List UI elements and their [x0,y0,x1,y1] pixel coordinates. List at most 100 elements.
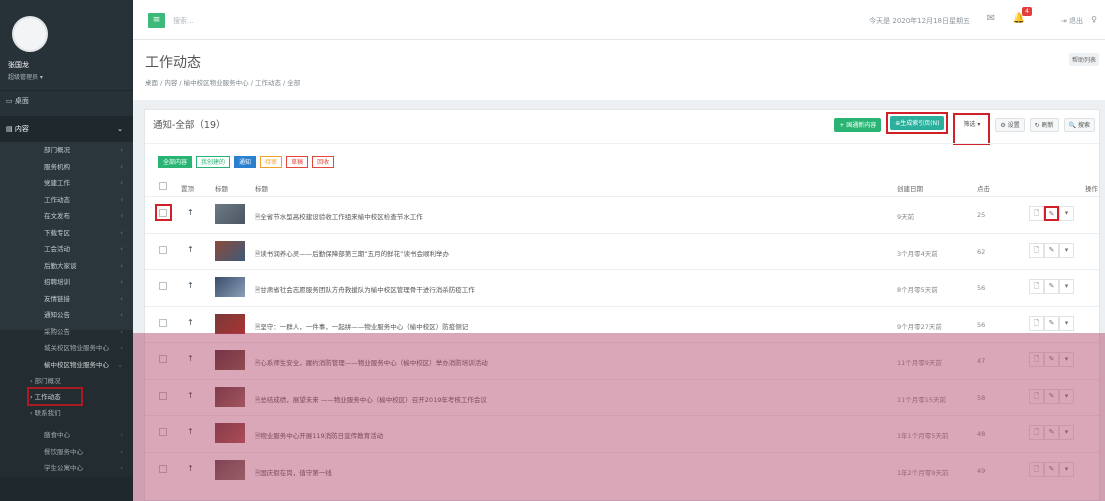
more-icon[interactable]: ▾ [1059,242,1074,258]
breadcrumb[interactable]: 桌面 / 内容 / 榆中校区物业服务中心 / 工作动态 / 全部 [145,77,300,87]
pin-up-icon[interactable]: ↑ [187,208,194,217]
thumbnail-image[interactable] [215,204,245,224]
row-title-link[interactable]: 🗎全省节水型高校建设验收工作组来榆中校区检查节水工作 [255,211,423,224]
more-icon[interactable]: ▾ [1059,388,1074,404]
pin-up-icon[interactable]: ↑ [187,354,194,363]
tab-all-content[interactable]: 全部内容 [158,156,193,168]
table-row[interactable]: ↑ 🗎物业服务中心开展119消防日宣传教育活动 1年1个月零5天前 48 🗋 ✎ ▾ [145,415,1099,451]
edit-icon[interactable]: ✎ [1044,425,1059,440]
table-row[interactable]: ↑ 🗎心系师生安全，履约消防管理——物业服务中心（榆中校区）举办消防培训活动 11个… [145,342,1099,378]
column-header-date[interactable]: 创建日期 [897,183,923,193]
thumbnail-image[interactable] [215,459,245,480]
sidebar-item[interactable]: 在文发布 ‹ [0,208,133,225]
mail-icon[interactable]: ✉ [987,13,995,24]
more-icon[interactable]: ▾ [1059,279,1074,294]
new-content-button[interactable]: + 国通新内容 [834,117,882,132]
row-checkbox[interactable] [159,464,167,473]
view-icon[interactable]: 🗋 [1029,206,1044,221]
view-icon[interactable]: 🗋 [1029,315,1044,331]
view-icon[interactable]: 🗋 [1029,352,1044,367]
row-title-link[interactable]: 🗎甘肃省社会志愿服务团队方舟救援队为榆中校区管理骨干进行消杀防疫工作 [255,284,475,297]
edit-icon[interactable]: ✎ [1044,388,1059,404]
avatar[interactable] [12,16,48,52]
thumbnail-image[interactable] [215,240,245,261]
column-header-pin[interactable]: 置顶 [181,183,194,193]
pin-up-icon[interactable]: ↑ [187,245,194,254]
row-checkbox[interactable] [159,355,167,363]
tab-draft[interactable]: 草稿 [286,156,309,168]
thumbnail-image[interactable] [215,423,245,443]
table-row[interactable]: ↑ 🗎读书润养心灵——后勤保障部第三期“五月的鲜花”读书会顺利举办 3个月零4天前 6… [145,232,1099,269]
sidebar-item[interactable]: 下载专区 ‹ [0,225,133,242]
table-row[interactable]: ↑ 🗎甘肃省社会志愿服务团队方舟救援队为榆中校区管理骨干进行消杀防疫工作 8个月零5… [145,269,1099,305]
table-row[interactable]: ↑ 🗎国庆假在岗，值守第一线 1年2个月零9天前 49 🗋 ✎ ▾ [145,451,1099,488]
view-icon[interactable]: 🗋 [1029,388,1044,404]
thumbnail-image[interactable] [215,386,245,407]
pin-up-icon[interactable]: ↑ [187,464,194,473]
sidebar-item[interactable]: 党建工作 ‹ [0,175,133,192]
more-icon[interactable]: ▾ [1059,315,1074,331]
sidebar-item[interactable]: 通知公告 ‹ [0,307,133,324]
pin-up-icon[interactable]: ↑ [187,318,194,327]
table-row[interactable]: ↑ 🗎全省节水型高校建设验收工作组来榆中校区检查节水工作 9天前 25 🗋 ✎ ▾ [145,196,1099,232]
more-icon[interactable]: ▾ [1059,352,1074,367]
more-icon[interactable]: ▾ [1059,425,1074,440]
menu-toggle-button[interactable]: ≡ [148,13,165,28]
sidebar-item[interactable]: 友情链接 ‹ [0,291,133,308]
pin-icon[interactable]: ♀ [1091,15,1097,24]
sidebar-item[interactable]: 招聘培训 ‹ [0,274,133,291]
edit-icon[interactable]: ✎ [1044,461,1059,477]
pin-up-icon[interactable]: ↑ [187,391,194,400]
thumbnail-image[interactable] [215,277,245,297]
search-button[interactable]: 🔍 搜索 [1063,117,1095,132]
row-title-link[interactable]: 🗎国庆假在岗，值守第一线 [255,467,332,480]
thumbnail-image[interactable] [215,350,245,370]
search-input[interactable]: 搜索... [173,16,194,26]
row-checkbox[interactable] [159,245,167,254]
sidebar-item[interactable]: 工会活动 ‹ [0,241,133,258]
view-icon[interactable]: 🗋 [1029,279,1044,294]
table-row[interactable]: ↑ 🗎坚守：一群人，一件事，一起拼——物业服务中心（榆中校区）防疫侧记 9个月零27… [145,305,1099,342]
tab-notice[interactable]: 通知 [234,156,257,168]
column-header-title[interactable]: 标题 [255,183,268,193]
pin-up-icon[interactable]: ↑ [187,281,194,290]
edit-icon[interactable]: ✎ [1044,279,1059,294]
row-title-link[interactable]: 🗎总结成绩，展望未来 ——物业服务中心（榆中校区）召开2019年考核工作会议 [255,394,487,407]
sidebar-item-desktop[interactable]: ▭ 桌面 [0,90,133,110]
generate-index-button[interactable]: ⊕生成索引页(N) [890,115,945,130]
row-checkbox[interactable] [159,318,167,327]
thumbnail-image[interactable] [215,313,245,334]
row-checkbox[interactable] [159,391,167,400]
more-icon[interactable]: ▾ [1059,461,1074,477]
row-title-link[interactable]: 🗎心系师生安全，履约消防管理——物业服务中心（榆中校区）举办消防培训活动 [255,357,488,370]
row-title-link[interactable]: 🗎读书润养心灵——后勤保障部第三期“五月的鲜花”读书会顺利举办 [255,248,449,261]
tab-my-created[interactable]: 我创建的 [196,156,231,168]
sidebar-item[interactable]: 工作动态 ‹ [0,192,133,209]
help-list-button[interactable]: 帮助列表 [1068,53,1099,66]
sidebar-section-content[interactable]: ▤ 内容 ⌄ [0,116,133,142]
sidebar-item[interactable]: 后勤大家谈 ‹ [0,258,133,275]
sidebar-item[interactable]: 服务机构 ‹ [0,159,133,176]
row-title-link[interactable]: 🗎坚守：一群人，一件事，一起拼——物业服务中心（榆中校区）防疫侧记 [255,321,468,334]
filter-dropdown[interactable]: 筛选 ▾ [958,117,986,131]
row-checkbox[interactable] [159,428,167,436]
tab-pending[interactable]: 待审 [260,156,283,168]
edit-icon[interactable]: ✎ [1044,206,1059,221]
view-icon[interactable]: 🗋 [1029,242,1044,258]
edit-icon[interactable]: ✎ [1044,352,1059,367]
row-title-link[interactable]: 🗎物业服务中心开展119消防日宣传教育活动 [255,430,383,443]
view-icon[interactable]: 🗋 [1029,425,1044,440]
settings-button[interactable]: ⚙ 设置 [995,117,1025,132]
row-checkbox[interactable] [159,282,167,290]
edit-icon[interactable]: ✎ [1044,242,1059,258]
sidebar-item[interactable]: 部门概况 ‹ [0,142,133,159]
user-role-menu[interactable]: 超级管理员 ▾ [8,72,133,81]
edit-icon[interactable]: ✎ [1044,315,1059,331]
logout-link[interactable]: ⇥ 退出 [1061,16,1083,26]
more-icon[interactable]: ▾ [1059,206,1074,221]
table-row[interactable]: ↑ 🗎总结成绩，展望未来 ——物业服务中心（榆中校区）召开2019年考核工作会议 1… [145,378,1099,415]
view-icon[interactable]: 🗋 [1029,461,1044,477]
tab-recycle[interactable]: 回收 [312,156,335,168]
select-all-checkbox[interactable] [159,182,167,190]
column-header-hits[interactable]: 点击 [977,183,990,193]
